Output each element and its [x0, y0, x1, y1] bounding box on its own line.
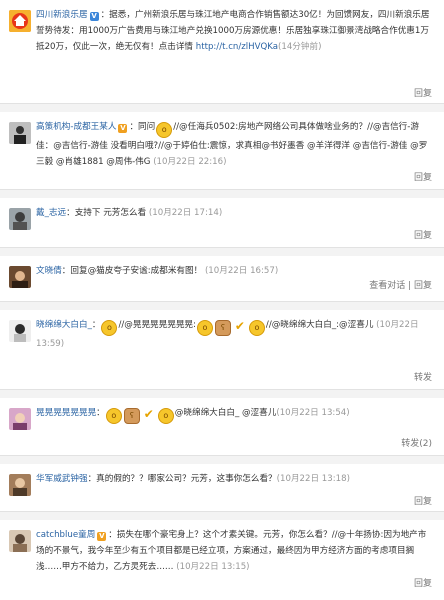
person-photo-icon [9, 474, 31, 496]
username[interactable]: 戴_志远 [36, 208, 66, 218]
surprised-emoji-icon: o [248, 320, 265, 336]
avatar[interactable] [9, 474, 31, 496]
person-photo-icon [9, 530, 31, 552]
surprised-emoji-icon: o [196, 320, 213, 336]
username[interactable]: 晓绵绵大白白_ [36, 320, 92, 330]
avatar[interactable] [9, 208, 31, 230]
person-photo-icon [9, 408, 31, 430]
post-text: ：回复@猫皮夸子安谧:成都米有图！ [61, 266, 203, 276]
person-photo-icon [9, 266, 31, 288]
list-item: 华军威武钟强：真的假的？？哪家公司？元芳，这事你怎么看？(10月22日 13:1… [0, 464, 444, 512]
username[interactable]: 晃晃晃晃晃晃晃 [36, 408, 96, 418]
forward-button[interactable]: 转发 [414, 370, 432, 383]
timestamp: (10月22日 17:14) [148, 208, 223, 218]
avatar[interactable] [9, 408, 31, 430]
username[interactable]: 高策机构-成都王某人 [36, 122, 116, 132]
post-link[interactable]: http://t.cn/zlHVQKa [196, 42, 278, 52]
timestamp: (10月22日 13:54) [276, 408, 350, 418]
timestamp: (10月22日 22:16) [153, 157, 227, 167]
reply-button[interactable]: 回复 [414, 86, 432, 99]
bears-emoji-icon: ʕ [214, 320, 231, 336]
username[interactable]: 华军威武钟强 [36, 474, 88, 484]
house-logo-icon [9, 10, 31, 32]
timestamp: (14分钟前) [278, 42, 322, 52]
reply-button[interactable]: 回复 [414, 576, 432, 589]
post-text: ： [91, 320, 101, 330]
verified-icon: V [97, 532, 107, 541]
reply-button[interactable]: 回复 [414, 494, 432, 507]
surprised-emoji-icon: o [157, 408, 174, 424]
username[interactable]: 四川新浪乐居 [36, 10, 88, 20]
post-body: 华军威武钟强：真的假的？？哪家公司？元芳，这事你怎么看？(10月22日 13:1… [36, 471, 432, 487]
verified-icon: V [89, 12, 99, 21]
post-text: ：同问 [129, 122, 156, 132]
post-text-quoted: @晓绵绵大白白_ @涩喜儿 [174, 408, 277, 418]
person-photo-icon [9, 320, 31, 342]
list-item: 高策机构-成都王某人 V ：同问 o//@任海兵0502:房地产网络公司具体做啥业务的… [0, 112, 444, 190]
reply-button[interactable]: 回复 [414, 228, 432, 241]
conversation-actions[interactable]: 查看对话 | 回复 [369, 278, 432, 291]
post-body: 文晓倩：回复@猫皮夸子安谧:成都米有图！ (10月22日 16:57) [36, 263, 432, 279]
timestamp: (10月22日 13:18) [276, 474, 350, 484]
post-text: ：支持下 元芳怎么看 [66, 208, 147, 218]
avatar[interactable] [9, 266, 31, 288]
post-body: 高策机构-成都王某人 V ：同问 o//@任海兵0502:房地产网络公司具体做啥业务的… [36, 119, 432, 170]
bears-emoji-icon: ʕ [123, 408, 140, 424]
avatar[interactable] [9, 320, 31, 342]
username[interactable]: 文晓倩 [36, 266, 62, 276]
post-body: 戴_志远：支持下 元芳怎么看 (10月22日 17:14) [36, 205, 432, 221]
verified-icon: V [118, 124, 128, 133]
reply-button[interactable]: 回复 [414, 170, 432, 183]
surprised-emoji-icon: o [105, 408, 122, 424]
surprised-emoji-icon: o [156, 122, 173, 138]
avatar[interactable] [9, 122, 31, 144]
forward-button[interactable]: 转发(2) [401, 436, 432, 449]
comment-feed: 四川新浪乐居 V ：据悉，广州新浪乐居与珠江地产电商合作销售额达30亿！为回馈网友，… [0, 0, 444, 600]
avatar[interactable] [9, 10, 31, 32]
post-body: 晃晃晃晃晃晃晃： o ʕ ✔ o @晓绵绵大白白_ @涩喜儿(10月22日 13:54) [36, 405, 432, 424]
surprised-emoji-icon: o [101, 320, 118, 336]
list-item: 四川新浪乐居 V ：据悉，广州新浪乐居与珠江地产电商合作销售额达30亿！为回馈网友，… [0, 0, 444, 104]
list-item: 晃晃晃晃晃晃晃： o ʕ ✔ o @晓绵绵大白白_ @涩喜儿(10月22日 13:54) … [0, 398, 444, 456]
person-photo-icon [9, 122, 31, 144]
person-photo-icon [9, 208, 31, 230]
list-item: 文晓倩：回复@猫皮夸子安谧:成都米有图！ (10月22日 16:57) 查看对话… [0, 256, 444, 302]
post-text: ： [96, 408, 105, 418]
post-text-quoted: //@晓绵绵大白白_:@涩喜儿 [265, 320, 374, 330]
post-body: catchblue童周 V ：损失在哪个豪宅身上？这个才素关键。元芳，你怎么看？//… [36, 527, 432, 575]
timestamp: (10月22日 13:15) [176, 562, 250, 572]
username[interactable]: catchblue童周 [36, 530, 95, 540]
post-body: 四川新浪乐居 V ：据悉，广州新浪乐居与珠江地产电商合作销售额达30亿！为回馈网友，… [36, 7, 432, 55]
post-text-quoted: //@晃晃晃晃晃晃晃: [118, 320, 196, 330]
avatar[interactable] [9, 530, 31, 552]
post-text: ：真的假的？？哪家公司？元芳，这事你怎么看？ [87, 474, 277, 484]
post-body: 晓绵绵大白白_： o//@晃晃晃晃晃晃晃: o ʕ ✔ o//@晓绵绵大白白_:@涩喜儿 … [36, 317, 432, 352]
list-item: 戴_志远：支持下 元芳怎么看 (10月22日 17:14) 回复 [0, 198, 444, 248]
timestamp: (10月22日 16:57) [204, 266, 279, 276]
list-item: catchblue童周 V ：损失在哪个豪宅身上？这个才素关键。元芳，你怎么看？//… [0, 520, 444, 600]
list-item: 晓绵绵大白白_： o//@晃晃晃晃晃晃晃: o ʕ ✔ o//@晓绵绵大白白_:@涩喜儿 … [0, 310, 444, 390]
check-emoji-icon: ✔ [143, 407, 154, 421]
check-emoji-icon: ✔ [234, 319, 245, 333]
